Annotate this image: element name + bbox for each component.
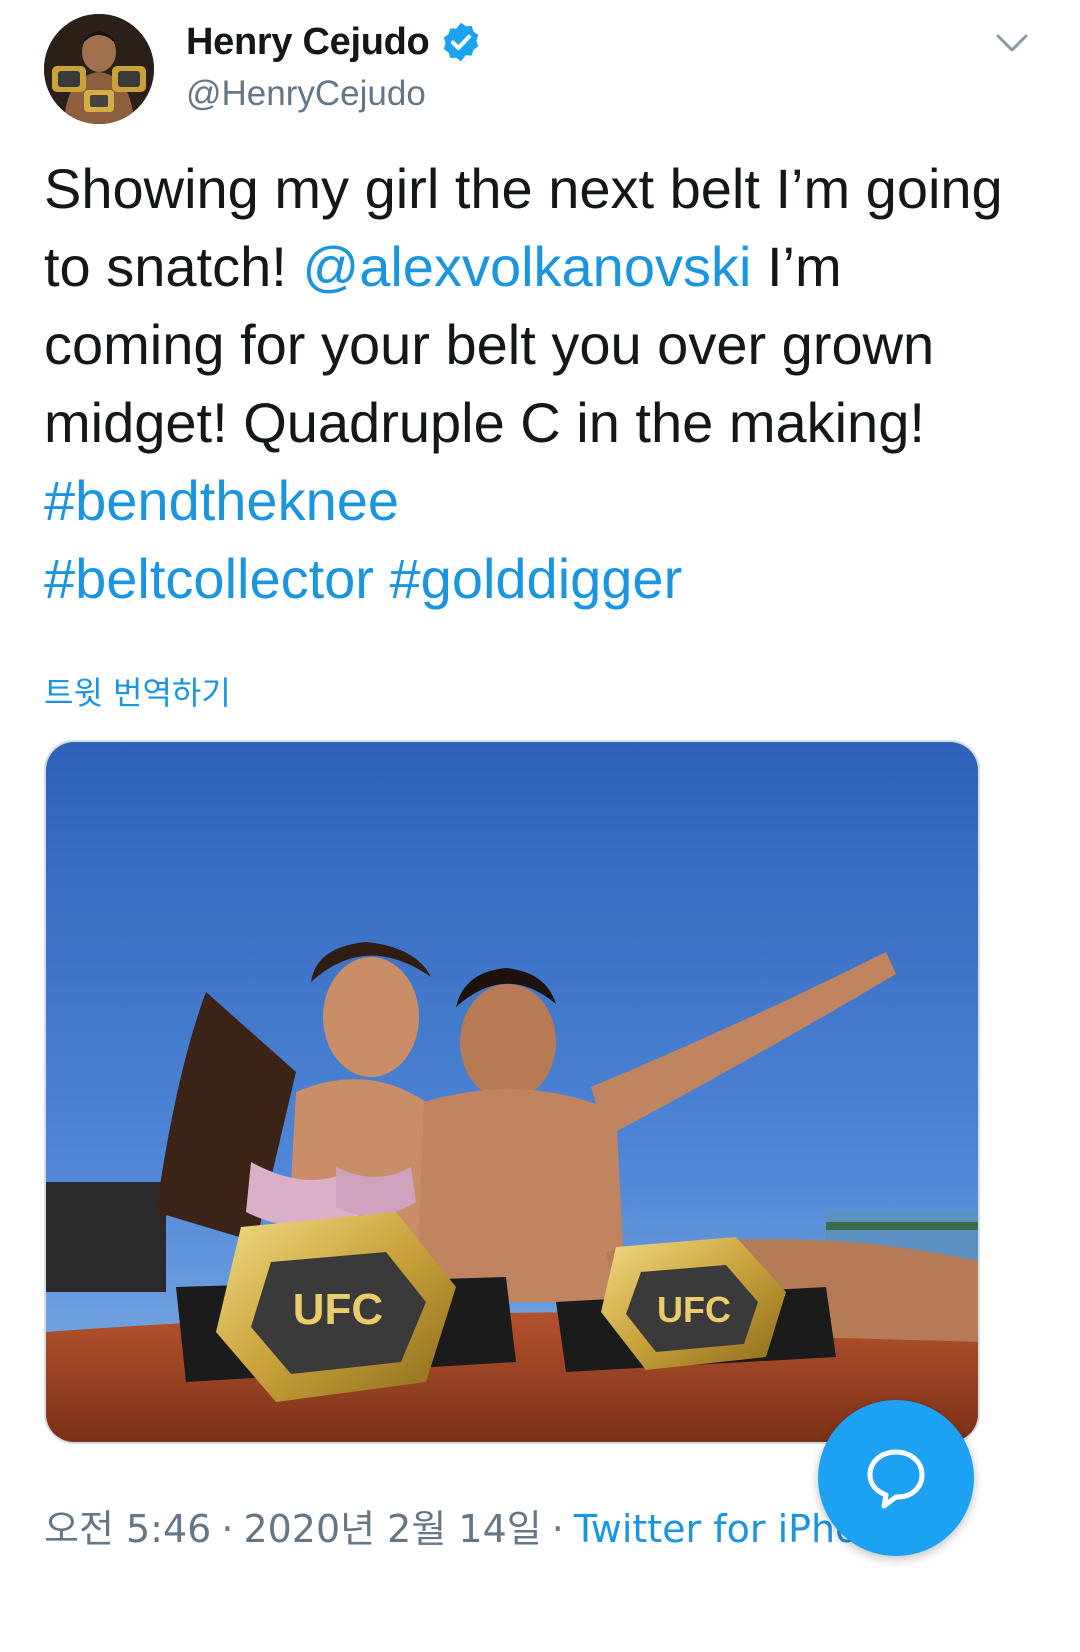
meta-separator: · [551, 1507, 564, 1551]
reply-bubble-icon [867, 1449, 925, 1509]
hashtag-link-beltcollector[interactable]: #beltcollector [44, 547, 374, 610]
tweet-text-segment [374, 547, 390, 610]
hashtag-link-golddigger[interactable]: #golddigger [390, 547, 683, 610]
compose-reply-button[interactable] [818, 1400, 974, 1556]
translate-tweet-link[interactable]: 트윗 번역하기 [44, 668, 231, 714]
avatar[interactable] [44, 14, 154, 124]
chevron-down-icon[interactable] [990, 20, 1034, 64]
svg-text:UFC: UFC [657, 1289, 731, 1330]
svg-text:UFC: UFC [293, 1285, 383, 1334]
tweet-source-link[interactable]: Twitter for iPho [574, 1507, 859, 1551]
display-name-row: Henry Cejudo [186, 18, 483, 66]
meta-separator: · [221, 1507, 234, 1551]
handle[interactable]: @HenryCejudo [186, 74, 483, 114]
hashtag-link-bendtheknee[interactable]: #bendtheknee [44, 469, 399, 532]
tweet-date: 2020년 2월 14일 [243, 1507, 542, 1551]
tweet-time: 오전 5:46 [44, 1507, 212, 1551]
author-info: Henry Cejudo @HenryCejudo [186, 18, 483, 114]
photo-two-people-with-belts: UFC UFC [46, 742, 978, 1442]
tweet-photo[interactable]: UFC UFC [44, 740, 980, 1444]
verified-badge-icon [444, 22, 479, 62]
display-name[interactable]: Henry Cejudo [186, 21, 430, 64]
avatar-photo-icon [44, 14, 154, 124]
tweet-header: Henry Cejudo @HenryCejudo [44, 14, 1034, 124]
tweet-meta: 오전 5:46 · 2020년 2월 14일 · Twitter for iPho [44, 1498, 858, 1553]
tweet-text: Showing my girl the next belt I’m going … [44, 150, 1034, 618]
mention-link[interactable]: @alexvolkanovski [302, 235, 751, 298]
